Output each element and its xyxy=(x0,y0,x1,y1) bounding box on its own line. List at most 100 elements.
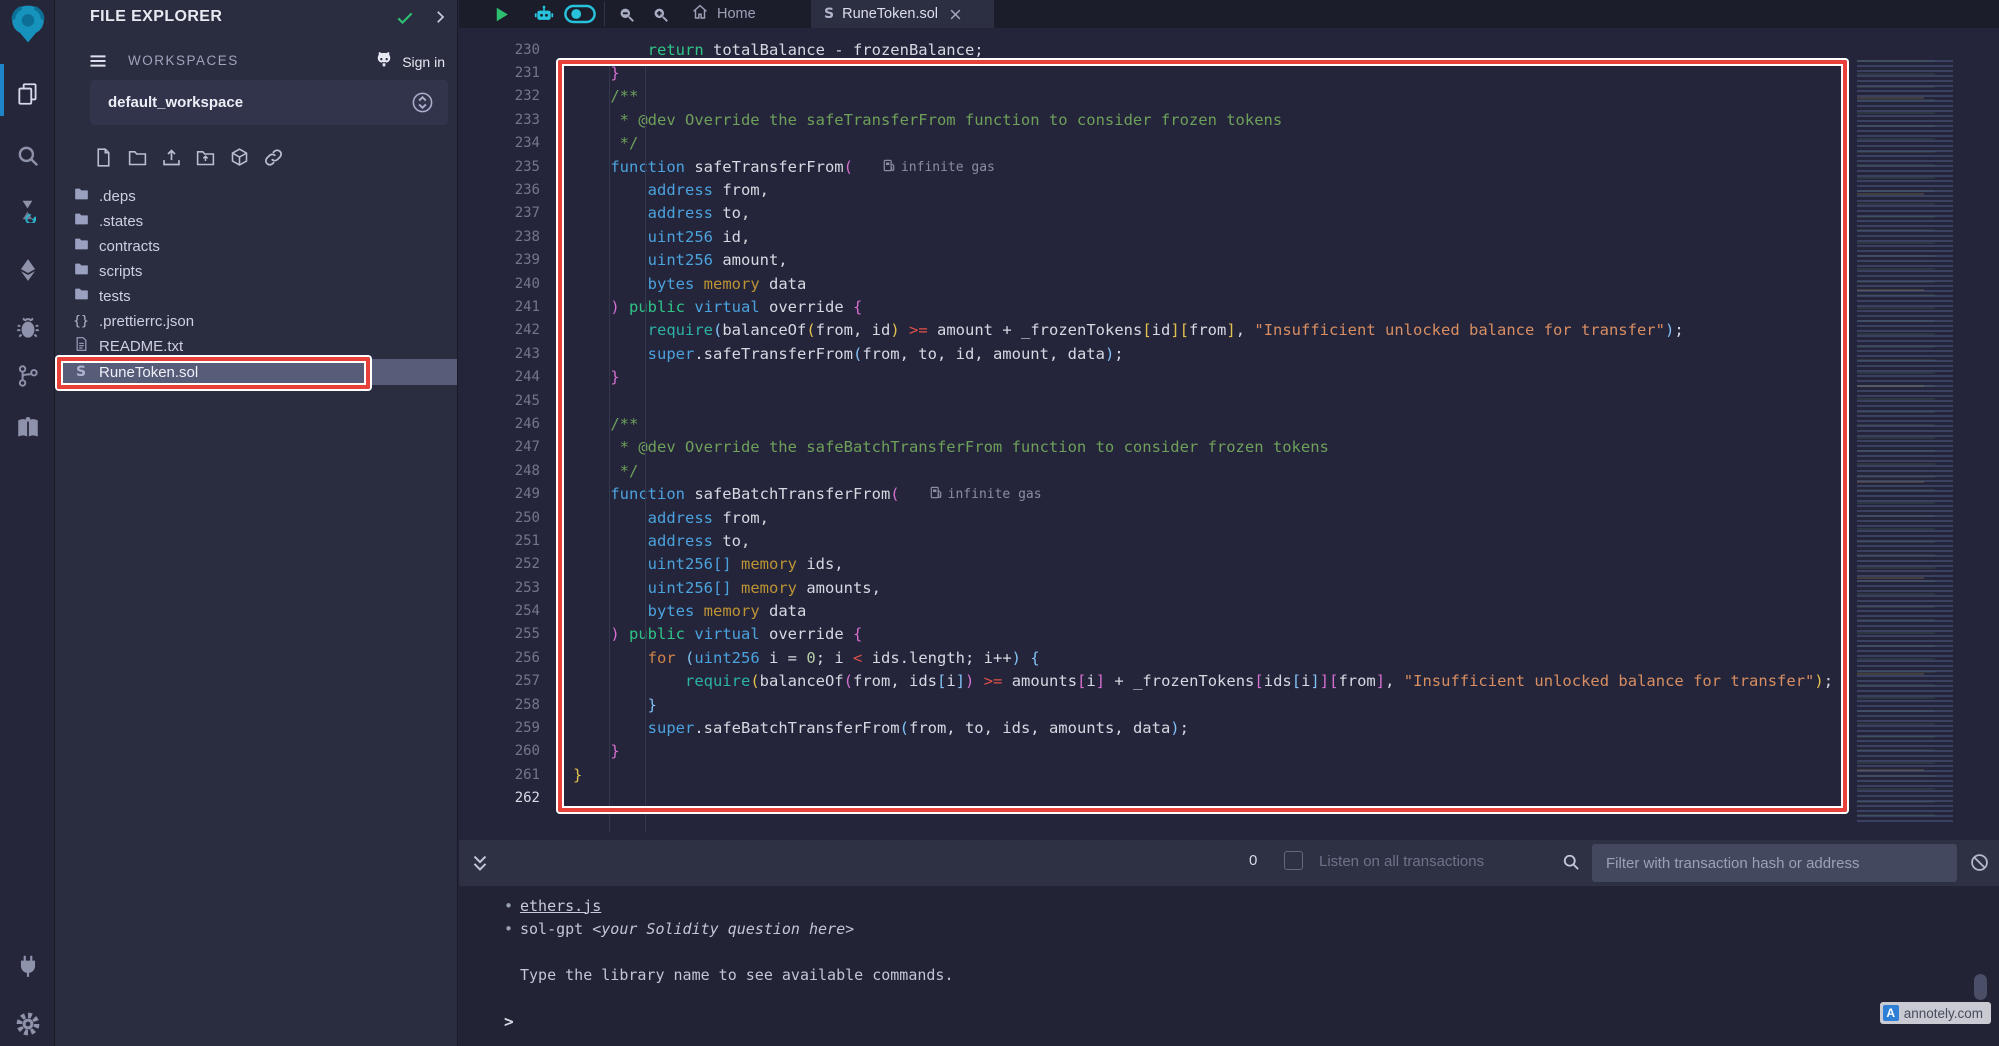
line-number: 254 xyxy=(459,603,554,619)
tree-item-tests[interactable]: tests xyxy=(55,283,457,309)
tab-runetoken[interactable]: S RuneToken.sol xyxy=(811,0,994,28)
new-folder-icon[interactable] xyxy=(127,146,148,169)
gas-pump-icon xyxy=(930,486,942,503)
transaction-filter-input[interactable] xyxy=(1592,844,1957,882)
tree-item-.deps[interactable]: .deps xyxy=(55,183,457,209)
new-file-icon xyxy=(93,156,114,173)
gas-pump-icon xyxy=(883,159,895,176)
cube-icon xyxy=(229,156,250,173)
run-script-button[interactable] xyxy=(492,3,511,25)
code-editor[interactable]: 230 return totalBalance - frozenBalance;… xyxy=(459,28,1999,840)
gas-estimate-decorator: infinite gas xyxy=(883,159,995,176)
tree-item-README.txt[interactable]: README.txt xyxy=(55,333,457,359)
code-line-241: 241 ) public virtual override { xyxy=(459,295,1999,318)
code-line-232: 232 /** xyxy=(459,85,1999,108)
tree-item-label: README.txt xyxy=(99,338,183,355)
home-icon xyxy=(691,3,709,25)
zoom-in-button[interactable] xyxy=(651,3,670,25)
line-number: 248 xyxy=(459,463,554,479)
solidity-file-icon: S xyxy=(76,364,86,380)
editor-minimap[interactable] xyxy=(1849,56,1991,828)
line-number: 246 xyxy=(459,416,554,432)
rail-item-file-explorer[interactable] xyxy=(0,74,55,118)
workspaces-label: WORKSPACES xyxy=(128,53,239,68)
cube-icon[interactable] xyxy=(229,146,250,169)
upload-folder-icon xyxy=(195,156,216,173)
rail-item-remix-logo[interactable] xyxy=(0,4,55,48)
ai-copilot-toggle[interactable] xyxy=(564,3,596,25)
watermark: A annotely.com xyxy=(1880,1002,1991,1024)
rail-item-solidity-compiler[interactable] xyxy=(0,190,55,234)
search-icon xyxy=(1561,852,1581,872)
folder-icon xyxy=(72,288,90,304)
code-line-245: 245 xyxy=(459,389,1999,412)
code-line-231: 231 } xyxy=(459,61,1999,84)
tree-item-contracts[interactable]: contracts xyxy=(55,233,457,259)
solidity-file-icon: S xyxy=(72,364,90,380)
collapse-terminal-icon[interactable] xyxy=(469,852,491,874)
rail-item-deploy-run[interactable] xyxy=(0,250,55,294)
rail-item-debugger[interactable] xyxy=(0,308,55,352)
new-file-icon[interactable] xyxy=(93,146,114,169)
folder-icon xyxy=(73,286,90,306)
upload-file-icon[interactable] xyxy=(161,146,182,169)
line-number: 252 xyxy=(459,556,554,572)
code-line-249: 249 function safeBatchTransferFrom(infin… xyxy=(459,482,1999,505)
rail-item-settings[interactable] xyxy=(0,1004,55,1046)
gas-estimate-decorator: infinite gas xyxy=(930,486,1042,503)
line-number: 245 xyxy=(459,393,554,409)
tree-item-.states[interactable]: .states xyxy=(55,208,457,234)
terminal-link[interactable]: ethers.js xyxy=(520,897,601,915)
rail-item-search[interactable] xyxy=(0,136,55,180)
line-number: 249 xyxy=(459,486,554,502)
chevron-right-icon[interactable] xyxy=(431,8,449,26)
zoom-out-button[interactable] xyxy=(617,3,636,25)
file-explorer-header: FILE EXPLORER xyxy=(55,0,457,34)
workspace-select[interactable]: default_workspace xyxy=(90,80,448,125)
git-branch-icon xyxy=(15,363,41,394)
sign-in-button[interactable]: Sign in xyxy=(373,50,445,73)
panel-title: FILE EXPLORER xyxy=(90,8,222,26)
tab-home[interactable]: Home xyxy=(691,3,756,25)
github-icon xyxy=(373,50,395,73)
code-line-259: 259 super.safeBatchTransferFrom(from, to… xyxy=(459,716,1999,739)
code-line-233: 233 * @dev Override the safeTransferFrom… xyxy=(459,108,1999,131)
rail-item-plugin-manager[interactable] xyxy=(0,946,55,990)
terminal-prompt[interactable]: > xyxy=(504,1012,514,1031)
line-number: 238 xyxy=(459,229,554,245)
rail-item-learneth[interactable] xyxy=(0,408,55,452)
hamburger-menu-icon[interactable] xyxy=(88,51,108,71)
compiler-icon xyxy=(15,197,41,228)
line-number: 234 xyxy=(459,135,554,151)
code-line-240: 240 bytes memory data xyxy=(459,272,1999,295)
tree-item-RuneToken.sol[interactable]: SRuneToken.sol xyxy=(55,359,457,385)
tree-item-.prettierrc.json[interactable]: {}.prettierrc.json xyxy=(55,308,457,334)
line-number: 240 xyxy=(459,276,554,292)
remix-ai-icon[interactable] xyxy=(533,3,555,25)
braces-icon: {} xyxy=(73,314,89,329)
icon-rail xyxy=(0,0,55,1046)
files-icon xyxy=(15,81,41,112)
link-icon[interactable] xyxy=(263,146,284,169)
code-line-260: 260 } xyxy=(459,740,1999,763)
terminal-line: •ethers.js xyxy=(459,894,1999,917)
folder-icon xyxy=(72,263,90,279)
clear-console-icon[interactable] xyxy=(1969,852,1990,873)
close-tab-icon[interactable] xyxy=(948,7,963,22)
solidity-file-icon: S xyxy=(824,5,834,23)
upload-folder-icon[interactable] xyxy=(195,146,216,169)
line-number: 235 xyxy=(459,159,554,175)
terminal-line: •sol-gpt <your Solidity question here> xyxy=(459,917,1999,940)
transaction-count-badge: 0 xyxy=(1249,852,1257,869)
code-line-239: 239 uint256 amount, xyxy=(459,249,1999,272)
folder-icon xyxy=(73,261,90,281)
code-line-255: 255 ) public virtual override { xyxy=(459,623,1999,646)
tree-item-label: .states xyxy=(99,213,143,230)
rail-item-git[interactable] xyxy=(0,356,55,400)
terminal-scrollbar-thumb[interactable] xyxy=(1974,974,1987,1000)
listen-transactions-checkbox[interactable] xyxy=(1284,851,1303,870)
folder-icon xyxy=(72,213,90,229)
line-number: 247 xyxy=(459,439,554,455)
tree-item-scripts[interactable]: scripts xyxy=(55,258,457,284)
code-line-252: 252 uint256[] memory ids, xyxy=(459,553,1999,576)
